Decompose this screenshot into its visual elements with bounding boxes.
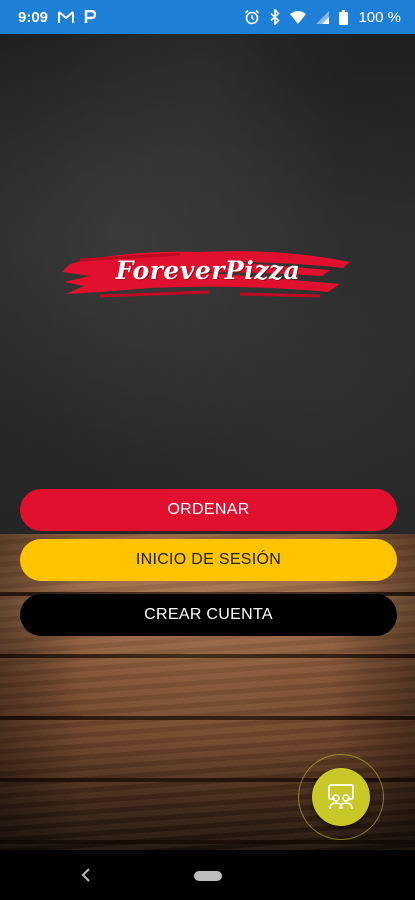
battery-percentage: 100 % [358, 8, 401, 26]
signal-icon [316, 10, 330, 24]
login-button[interactable]: INICIO DE SESIÓN [20, 539, 397, 581]
gmail-icon [58, 10, 75, 24]
bluetooth-icon [270, 9, 281, 25]
chat-fab-ring [298, 754, 384, 840]
create-account-button[interactable]: CREAR CUENTA [20, 594, 397, 636]
navigation-bar [0, 850, 415, 900]
parking-icon [84, 10, 97, 24]
status-bar: 9:09 100 % [0, 0, 415, 34]
order-button[interactable]: ORDENAR [20, 489, 397, 531]
status-time: 9:09 [18, 8, 49, 26]
wifi-icon [290, 10, 307, 24]
home-pill-icon[interactable] [194, 871, 222, 881]
forever-pizza-logo: ForeverPizza [60, 240, 356, 310]
battery-icon [339, 9, 349, 25]
status-left: 9:09 [18, 8, 97, 26]
main-screen: ForeverPizza ORDENAR INICIO DE SESIÓN CR… [0, 34, 415, 850]
chat-users-icon [328, 784, 354, 810]
back-icon[interactable] [76, 864, 96, 886]
status-right: 100 % [244, 9, 401, 26]
chat-fab-button[interactable] [312, 768, 370, 826]
logo-text: ForeverPizza [115, 256, 301, 285]
alarm-icon [244, 9, 260, 25]
